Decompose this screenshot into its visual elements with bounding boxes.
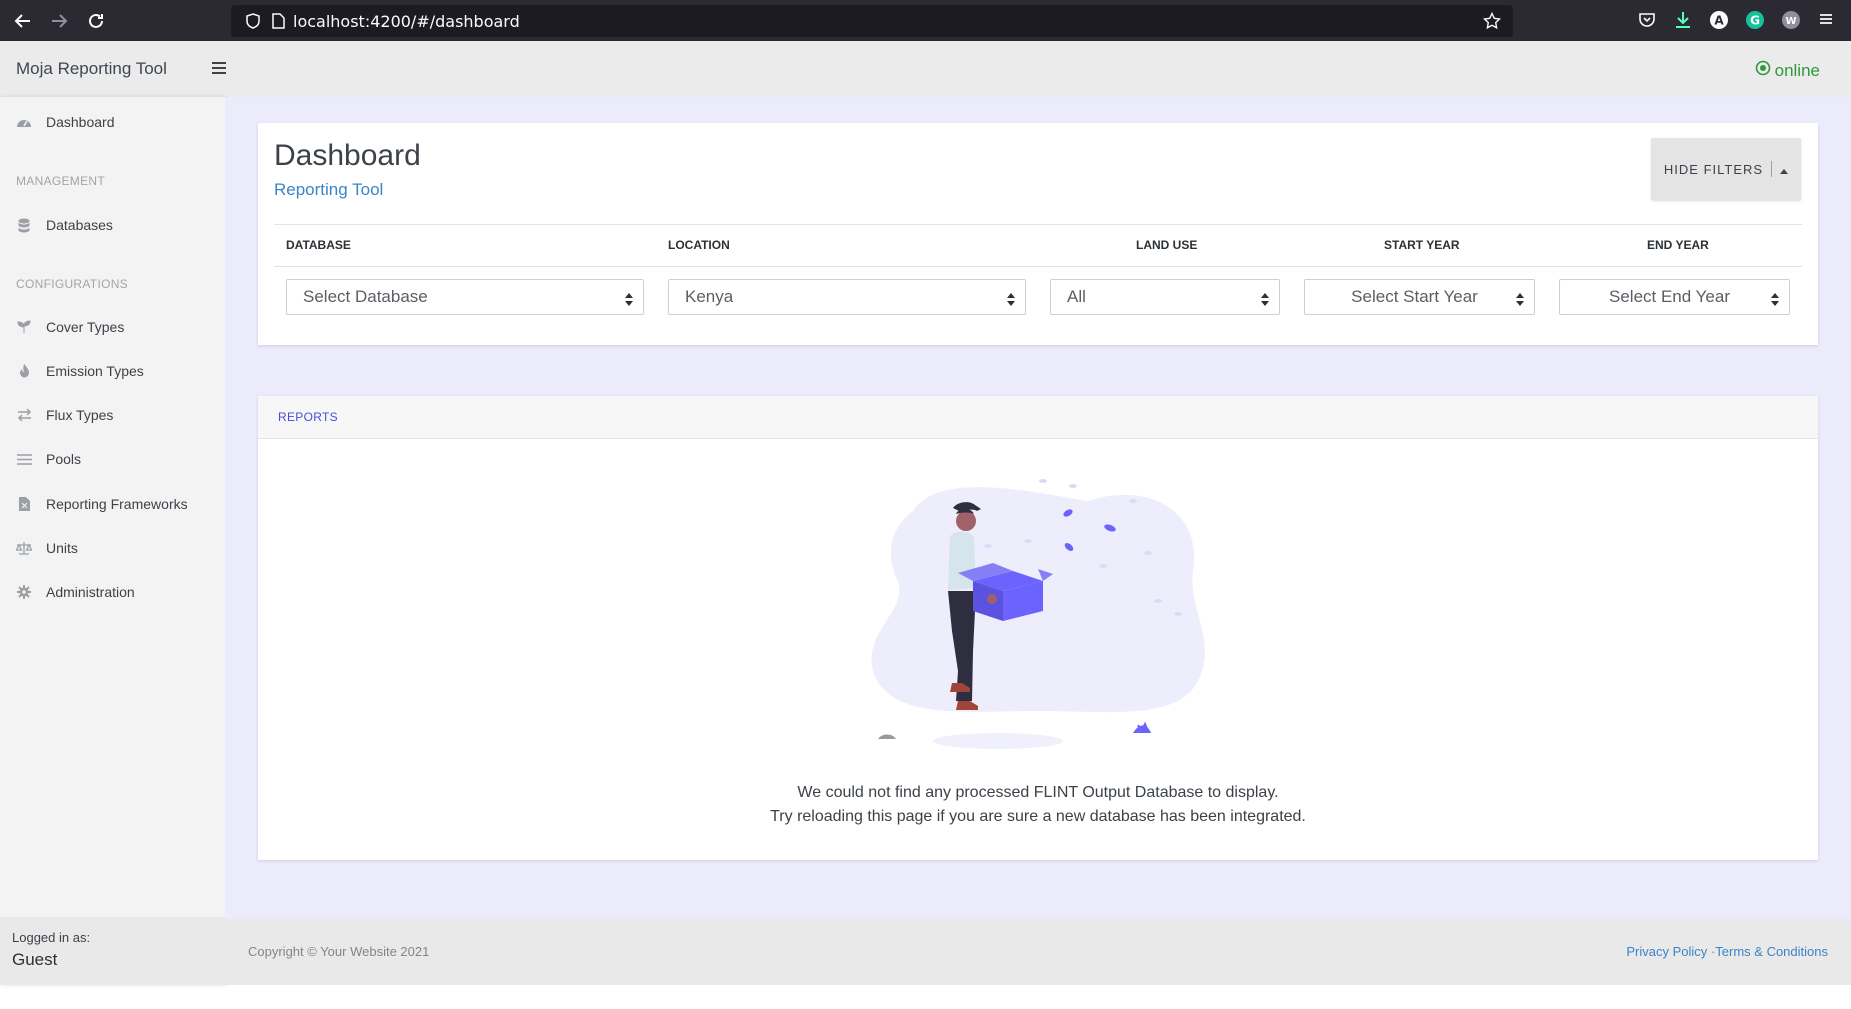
shield-icon[interactable]	[245, 13, 261, 34]
divider	[274, 266, 1802, 267]
sidebar-item-administration[interactable]: Administration	[16, 580, 135, 604]
end-year-select-value: Select End Year	[1609, 287, 1730, 306]
page-subtitle: Reporting Tool	[274, 180, 384, 199]
hide-filters-button[interactable]: HIDE FILTERS	[1651, 138, 1801, 200]
management-heading: MANAGEMENT	[16, 174, 106, 188]
sidebar-item-label: Dashboard	[46, 114, 115, 130]
start-year-select-value: Select Start Year	[1351, 287, 1478, 306]
caret-up-icon	[1780, 162, 1789, 177]
fire-icon	[16, 363, 32, 379]
reload-icon[interactable]	[84, 9, 108, 33]
sidebar-item-label: Emission Types	[46, 363, 144, 379]
empty-box-illustration	[858, 471, 1218, 761]
main-content: Dashboard Reporting Tool HIDE FILTERS DA…	[225, 97, 1851, 919]
database-select[interactable]: Select Database	[286, 279, 644, 315]
sidebar-item-flux-types[interactable]: Flux Types	[16, 403, 113, 427]
status-text: online	[1774, 60, 1820, 80]
sidebar-item-label: Cover Types	[46, 319, 125, 335]
button-separator	[1771, 161, 1773, 177]
dashboard-card: Dashboard Reporting Tool HIDE FILTERS DA…	[258, 123, 1818, 345]
sidebar-item-label: Units	[46, 540, 78, 556]
svg-text:W: W	[1785, 16, 1796, 27]
svg-text:G: G	[1750, 14, 1760, 28]
hide-filters-label: HIDE FILTERS	[1663, 161, 1764, 177]
grammarly-icon[interactable]: G	[1745, 10, 1767, 32]
land-use-select[interactable]: All	[1050, 279, 1280, 315]
end-year-filter-label: END YEAR	[1647, 238, 1709, 252]
start-year-filter-label: START YEAR	[1384, 238, 1460, 252]
land-use-select-value: All	[1067, 287, 1086, 306]
sidebar-item-databases[interactable]: Databases	[16, 213, 113, 237]
menu-icon[interactable]	[1817, 10, 1839, 32]
sidebar-item-label: Reporting Frameworks	[46, 496, 188, 512]
configurations-heading: CONFIGURATIONS	[16, 277, 128, 291]
empty-message-line-2: Try reloading this page if you are sure …	[770, 808, 1306, 825]
sidebar-item-label: Administration	[46, 584, 135, 600]
browser-toolbar: localhost:4200/#/dashboard A G W	[0, 0, 1851, 41]
sidebar-toggle-icon[interactable]	[212, 61, 226, 74]
brand-title[interactable]: Moja Reporting Tool	[16, 59, 167, 79]
select-arrows-icon	[1516, 291, 1524, 306]
divider	[274, 224, 1802, 225]
sidebar-item-label: Databases	[46, 217, 113, 233]
user-name: Guest	[12, 950, 58, 969]
status-dot-icon	[1755, 60, 1771, 81]
database-filter-label: DATABASE	[286, 238, 351, 252]
footer: Copyright © Your Website 2021 Privacy Po…	[225, 919, 1851, 985]
page-icon	[271, 13, 285, 34]
select-arrows-icon	[625, 291, 633, 306]
bars-icon	[16, 451, 32, 467]
select-arrows-icon	[1007, 291, 1015, 306]
gear-icon	[16, 584, 32, 600]
sidebar-item-cover-types[interactable]: Cover Types	[16, 315, 124, 339]
sidebar-item-label: Flux Types	[46, 407, 114, 423]
logged-in-panel: Logged in as: Guest	[0, 917, 225, 985]
database-icon	[16, 217, 32, 233]
select-arrows-icon	[1261, 291, 1269, 306]
seedling-icon	[16, 319, 32, 335]
file-icon	[16, 496, 32, 512]
sidebar-item-label: Pools	[46, 451, 82, 467]
sidebar: Dashboard MANAGEMENT Databases CONFIGURA…	[0, 97, 225, 985]
sidebar-item-emission-types[interactable]: Emission Types	[16, 359, 144, 383]
sidebar-item-units[interactable]: Units	[16, 536, 78, 560]
database-select-value: Select Database	[303, 287, 428, 306]
terms-link[interactable]: Terms & Conditions	[1715, 944, 1828, 959]
logged-in-label: Logged in as:	[12, 930, 91, 945]
extension-a-icon[interactable]: A	[1709, 10, 1731, 32]
start-year-select[interactable]: Select Start Year	[1304, 279, 1535, 315]
reports-heading: REPORTS	[278, 410, 338, 424]
address-bar[interactable]: localhost:4200/#/dashboard	[231, 5, 1513, 37]
pocket-icon[interactable]	[1637, 10, 1659, 32]
location-select[interactable]: Kenya	[668, 279, 1026, 315]
footer-links: Privacy Policy ·Terms & Conditions	[1626, 944, 1828, 959]
reports-card-header: REPORTS	[258, 396, 1818, 439]
location-select-value: Kenya	[685, 287, 734, 306]
copyright-text: Copyright © Your Website 2021	[248, 944, 430, 959]
land-use-filter-label: LAND USE	[1136, 238, 1198, 252]
svg-text:A: A	[1714, 14, 1724, 28]
reports-card: REPORTS We could not find any processed …	[258, 396, 1818, 860]
balance-scale-icon	[16, 540, 32, 556]
back-icon[interactable]	[11, 9, 35, 33]
download-icon[interactable]	[1673, 10, 1695, 32]
extension-w-icon[interactable]: W	[1781, 10, 1803, 32]
tachometer-icon	[16, 114, 32, 130]
privacy-policy-link[interactable]: Privacy Policy	[1626, 944, 1707, 959]
page-title: Dashboard	[274, 139, 421, 172]
select-arrows-icon	[1771, 291, 1779, 306]
end-year-select[interactable]: Select End Year	[1559, 279, 1790, 315]
forward-icon[interactable]	[47, 9, 71, 33]
bookmark-star-icon[interactable]	[1482, 11, 1502, 35]
sidebar-item-dashboard[interactable]: Dashboard	[16, 110, 115, 134]
empty-message-line-1: We could not find any processed FLINT Ou…	[797, 784, 1279, 801]
sidebar-item-reporting-frameworks[interactable]: Reporting Frameworks	[16, 492, 188, 516]
sidebar-item-pools[interactable]: Pools	[16, 447, 81, 471]
url-text[interactable]: localhost:4200/#/dashboard	[293, 12, 520, 31]
connection-status: online	[1755, 60, 1820, 81]
location-filter-label: LOCATION	[668, 238, 730, 252]
app-header: Moja Reporting Tool online	[0, 41, 1851, 98]
exchange-icon	[16, 407, 32, 423]
